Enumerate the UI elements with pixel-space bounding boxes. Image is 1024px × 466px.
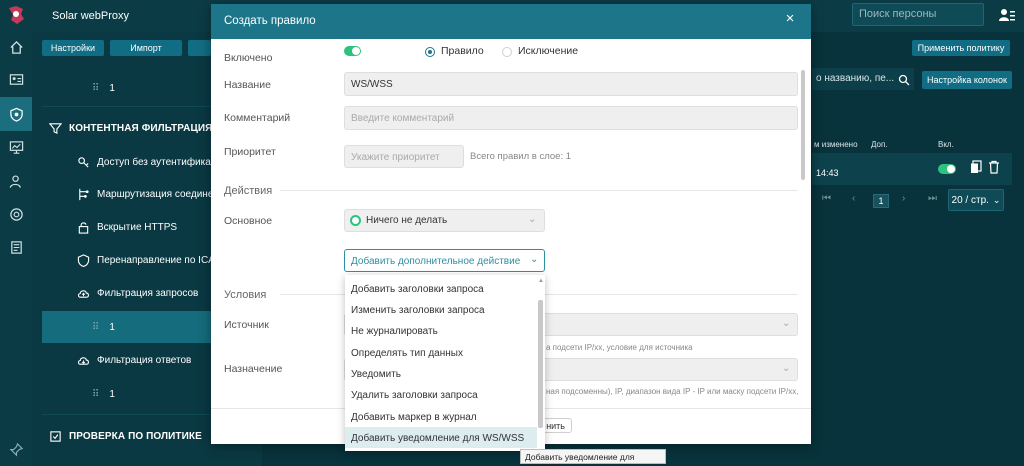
dropdown-option[interactable]: Удалить заголовки запроса (345, 384, 537, 405)
source-label: Источник (224, 319, 269, 331)
column-header-extra[interactable]: Доп. (871, 140, 888, 149)
copy-icon[interactable] (970, 160, 982, 174)
dropdown-option[interactable]: Определять тип данных (345, 342, 537, 363)
enabled-toggle[interactable] (344, 46, 361, 56)
dropdown-option[interactable]: Не журналировать (345, 320, 537, 341)
shield-icon (76, 253, 90, 267)
user-list-icon[interactable] (998, 6, 1016, 24)
source-hint: а подсети IP/xx, условие для источника (546, 343, 693, 352)
column-header-enabled[interactable]: Вкл. (938, 140, 954, 149)
shield-filter-icon[interactable] (0, 97, 32, 131)
apply-policy-button[interactable]: Применить политику (912, 40, 1010, 56)
close-icon[interactable]: × (782, 10, 798, 28)
globe-icon[interactable] (0, 197, 32, 231)
per-page-select[interactable]: 20 / стр. ⌄ (948, 189, 1004, 211)
dropdown-option-highlighted[interactable]: Добавить уведомление для WS/WSS (345, 427, 537, 448)
name-input[interactable]: WS/WSS (344, 72, 798, 96)
chevron-down-icon: ⌄ (530, 254, 539, 265)
chevron-down-icon: ⌄ (782, 363, 791, 374)
key-icon (76, 155, 90, 169)
column-header-changed[interactable]: м изменено (814, 140, 858, 149)
dropdown-option[interactable]: Добавить маркер в журнал (345, 406, 537, 427)
comment-label: Комментарий (224, 112, 291, 124)
comment-input[interactable]: Введите комментарий (344, 106, 798, 130)
app-title: Solar webProxy (52, 10, 130, 22)
search-icon[interactable] (898, 74, 910, 86)
cloud-upload-icon (76, 286, 90, 300)
id-card-icon[interactable] (0, 62, 32, 96)
exception-radio-label[interactable]: Исключение (518, 45, 578, 57)
column-settings-button[interactable]: Настройка колонок (922, 71, 1012, 89)
main-action-label: Основное (224, 215, 273, 227)
dropdown-option[interactable]: Уведомить (345, 363, 537, 384)
scroll-up-arrow-icon[interactable]: ▲ (538, 278, 544, 284)
row-enabled-toggle[interactable] (938, 164, 956, 174)
import-button[interactable]: Импорт (110, 40, 182, 56)
shield-check-icon (48, 429, 62, 443)
lock-icon (76, 220, 90, 234)
monitor-chart-icon[interactable] (0, 130, 32, 164)
chevron-down-icon: ⌄ (528, 214, 537, 225)
rule-radio-label[interactable]: Правило (441, 45, 484, 57)
table-row[interactable] (812, 153, 1012, 185)
main-action-value: Ничего не делать (366, 215, 448, 226)
priority-label: Приоритет (224, 146, 276, 158)
destination-label: Назначение (224, 363, 283, 375)
rules-table-area (812, 32, 1024, 466)
exception-radio[interactable] (502, 47, 512, 57)
actions-section-title: Действия (224, 185, 273, 197)
drag-handle-icon[interactable]: ⠿ (92, 322, 99, 333)
current-page[interactable]: 1 (873, 194, 889, 208)
routing-icon (76, 187, 90, 201)
row-time: 14:43 (816, 168, 839, 178)
home-icon[interactable] (0, 30, 32, 64)
funnel-icon (48, 121, 62, 135)
toolbar-button-partial[interactable] (188, 40, 211, 56)
dialog-scrollbar[interactable] (801, 70, 805, 180)
delete-icon[interactable] (988, 160, 1000, 174)
drag-handle-icon[interactable]: ⠿ (92, 83, 99, 94)
chevron-down-icon: ⌄ (782, 318, 791, 329)
first-page-icon[interactable]: ⏮ (822, 193, 831, 204)
pin-icon[interactable] (0, 432, 32, 466)
divider (280, 190, 798, 191)
tooltip: Добавить уведомление для WS/WSS (520, 449, 666, 466)
priority-input[interactable]: Укажите приоритет (344, 145, 464, 168)
cloud-download-icon (76, 353, 90, 367)
user-lock-icon[interactable] (0, 164, 32, 198)
app-logo-icon[interactable] (6, 4, 26, 26)
destination-hint: ная подсоменны), IP, диапазон вида IP - … (546, 387, 799, 396)
rule-radio[interactable] (425, 47, 435, 57)
additional-action-select[interactable]: Добавить дополнительное действие (344, 249, 545, 272)
person-search-input[interactable]: Поиск персоны (852, 3, 984, 26)
dropdown-scrollbar[interactable] (538, 300, 543, 428)
dropdown-option[interactable]: Изменить заголовки запроса (345, 299, 537, 320)
dialog-title: Создать правило (224, 15, 316, 27)
name-label: Название (224, 79, 271, 91)
settings-button[interactable]: Настройки (42, 40, 104, 56)
conditions-section-title: Условия (224, 289, 267, 301)
last-page-icon[interactable]: ⏭ (928, 193, 937, 204)
drag-handle-icon[interactable]: ⠿ (92, 389, 99, 400)
prev-page-icon[interactable]: ‹ (852, 193, 855, 204)
next-page-icon[interactable]: › (902, 193, 905, 204)
enabled-label: Включено (224, 52, 273, 64)
dropdown-option[interactable]: Добавить заголовки запроса (345, 278, 537, 299)
journal-icon[interactable] (0, 230, 32, 264)
chevron-down-icon: ⌄ (992, 194, 1001, 205)
status-circle-icon (350, 215, 361, 226)
priority-hint: Всего правил в слое: 1 (470, 151, 572, 162)
